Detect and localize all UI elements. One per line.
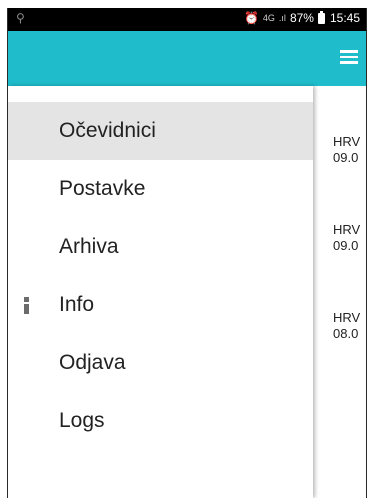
list-item-date: 08.0 xyxy=(333,326,359,341)
list-item-date: 09.0 xyxy=(333,238,359,253)
drawer-item-label: Info xyxy=(59,293,95,316)
drawer-item-label: Postavke xyxy=(59,177,146,200)
list-item-title: HRV xyxy=(333,134,361,149)
navigation-drawer: Očevidnici Postavke Arhiva Info Odjava L… xyxy=(8,86,313,498)
cast-icon: ⚲ xyxy=(16,11,25,25)
list-item[interactable]: HRV 08.0 xyxy=(333,310,366,342)
network-type: 4G xyxy=(262,13,275,23)
list-item-title: HRV xyxy=(333,310,361,325)
drawer-item-logs[interactable]: Logs xyxy=(8,392,313,450)
app-frame: ⚲ ⏰ 4G .ıl 87% 15:45 HRV 09.0 HRV 09.0 H… xyxy=(7,8,367,498)
status-bar: ⚲ ⏰ 4G .ıl 87% 15:45 xyxy=(8,8,366,31)
signal-icon: .ıl xyxy=(278,13,286,23)
list-item-date: 09.0 xyxy=(333,150,359,165)
list-item[interactable]: HRV 09.0 xyxy=(333,134,366,166)
drawer-item-ocevidnici[interactable]: Očevidnici xyxy=(8,102,313,160)
battery-percent: 87% xyxy=(289,11,314,25)
battery-icon xyxy=(317,10,325,24)
list-item[interactable]: HRV 09.0 xyxy=(333,222,366,254)
drawer-item-info[interactable]: Info xyxy=(8,276,313,334)
clock: 15:45 xyxy=(329,11,360,25)
drawer-item-label: Arhiva xyxy=(59,235,119,258)
list-item-title: HRV xyxy=(333,222,361,237)
drawer-item-arhiva[interactable]: Arhiva xyxy=(8,218,313,276)
drawer-item-postavke[interactable]: Postavke xyxy=(8,160,313,218)
background-list: HRV 09.0 HRV 09.0 HRV 08.0 xyxy=(313,86,366,498)
status-right: ⏰ 4G .ıl 87% 15:45 xyxy=(243,10,360,25)
drawer-item-label: Očevidnici xyxy=(59,119,156,142)
drawer-item-label: Odjava xyxy=(59,351,126,374)
drawer-item-label: Logs xyxy=(59,409,105,432)
hamburger-menu-icon[interactable] xyxy=(340,50,358,64)
alarm-icon: ⏰ xyxy=(243,11,259,25)
app-bar xyxy=(8,31,366,86)
info-icon xyxy=(24,297,30,314)
drawer-item-odjava[interactable]: Odjava xyxy=(8,334,313,392)
